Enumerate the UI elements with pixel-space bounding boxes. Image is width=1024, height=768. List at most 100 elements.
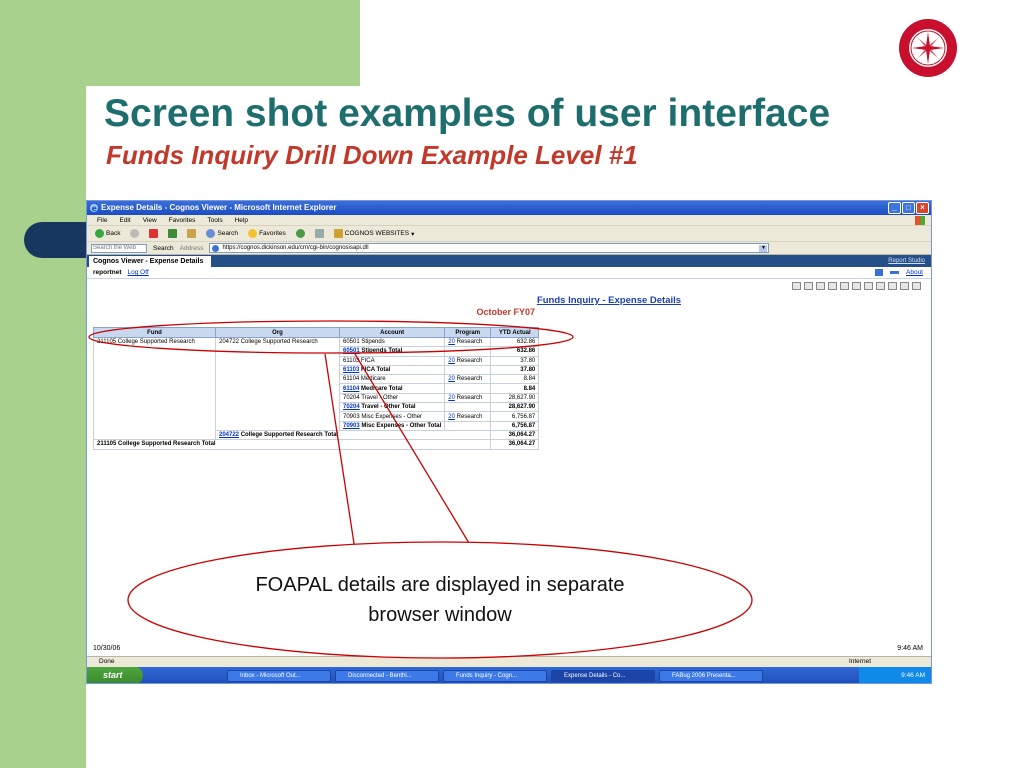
ytd-amount-cell: 8.84 (490, 383, 540, 394)
footer-date: 10/30/06 (93, 645, 121, 652)
col-ytd-actual: YTD Actual (490, 327, 540, 338)
menu-edit[interactable]: Edit (119, 215, 130, 225)
stop-icon (149, 229, 159, 238)
more-icon[interactable] (912, 282, 921, 290)
account-total-row: 70204 Travel - Other Total 28,627.90 (93, 402, 540, 413)
browser-toolbar: Back Search Favorites COGNOS WEBSITES ▾ (87, 226, 931, 242)
history-button[interactable] (295, 229, 305, 238)
account-cell: 70903 Misc Expenses - Other (338, 411, 446, 422)
program-cell: 20 Research (444, 374, 492, 385)
account-cell: 60501 Stipends (338, 336, 446, 348)
cognos-websites-button[interactable]: COGNOS WEBSITES ▾ (333, 229, 414, 238)
save-as-icon[interactable] (804, 282, 813, 290)
menu-file[interactable]: File (97, 215, 107, 225)
account-label: 60501 Stipends (343, 339, 385, 346)
account-code-link[interactable]: 61103 (343, 367, 359, 373)
account-label: Medicare Total (359, 385, 403, 392)
program-cell (444, 346, 492, 357)
col-account: Account (338, 327, 446, 338)
home-button[interactable] (187, 229, 197, 238)
cognos-viewer-tab[interactable]: Cognos Viewer - Expense Details (89, 256, 212, 267)
program-cell (444, 420, 492, 431)
program-label: Research (454, 339, 483, 346)
program-code-link[interactable]: 20 (448, 339, 455, 345)
refresh-button[interactable] (168, 229, 178, 238)
save-report-icon[interactable] (792, 282, 801, 290)
account-code-link[interactable]: 60501 (343, 348, 360, 354)
start-button[interactable]: start (87, 667, 143, 683)
account-label: Misc Expenses - Other Total (359, 422, 442, 429)
fund-cell (93, 402, 216, 412)
system-tray-clock: 9:46 AM (859, 667, 931, 683)
report-studio-link[interactable]: Report Studio (888, 256, 925, 267)
program-code-link[interactable]: 20 (448, 358, 455, 364)
security-zone: Internet (848, 658, 871, 665)
account-cell: 61103 FICA (338, 355, 446, 366)
account-cell: 70204 Travel - Other (338, 392, 446, 404)
email-icon[interactable] (816, 282, 825, 290)
home-icon[interactable] (875, 269, 883, 276)
back-button[interactable]: Back (95, 229, 120, 238)
drill-up-icon[interactable] (852, 282, 861, 290)
run-icon[interactable] (828, 282, 837, 290)
close-button[interactable]: × (916, 202, 929, 214)
account-code-link[interactable]: 70204 (343, 404, 360, 410)
ytd-amount-cell: 632.86 (490, 346, 540, 357)
program-code-link[interactable]: 20 (448, 376, 455, 382)
program-code-link[interactable]: 20 (448, 395, 455, 401)
go-to-icon[interactable] (864, 282, 873, 290)
search-button[interactable]: Search (206, 229, 238, 238)
minimize-button[interactable]: _ (888, 202, 901, 214)
maximize-button[interactable]: □ (902, 202, 915, 214)
org-cell: 204722 College Supported Research (215, 337, 340, 347)
search-web-input[interactable] (91, 243, 147, 253)
program-code-link[interactable]: 20 (448, 414, 455, 420)
account-label: 70903 Misc Expenses - Other (343, 413, 423, 420)
back-icon[interactable] (890, 271, 899, 274)
org-total-amount: 36,064.27 (490, 429, 540, 441)
address-field[interactable]: https://cognos.dickinson.edu/crn/cgi-bin… (209, 243, 770, 253)
fund-cell (93, 356, 216, 366)
mail-button[interactable] (314, 229, 324, 238)
account-code-link[interactable]: 61104 (343, 386, 359, 392)
stop-button[interactable] (149, 229, 159, 238)
format-dropdown-icon[interactable] (900, 282, 909, 290)
ytd-amount-cell: 8.84 (490, 374, 540, 385)
menu-favorites[interactable]: Favorites (169, 215, 196, 225)
task-fabug-presentation[interactable]: FABug 2006 Presenta... (659, 669, 763, 682)
org-code-link[interactable]: 204722 (219, 432, 239, 438)
dickinson-college-seal-icon (899, 19, 957, 77)
org-cell (215, 365, 340, 375)
table-row: 70903 Misc Expenses - Other 20 Research 6,… (93, 411, 540, 422)
menu-view[interactable]: View (143, 215, 157, 225)
fund-total-amount: 36,064.27 (490, 439, 540, 450)
account-total-row: 60501 Stipends Total 632.86 (93, 346, 540, 357)
about-link[interactable]: About (906, 267, 923, 279)
org-cell (215, 356, 340, 366)
drill-down-icon[interactable] (840, 282, 849, 290)
address-dropdown-icon[interactable]: ▼ (759, 245, 768, 252)
mail-icon (314, 229, 324, 238)
col-fund: Fund (93, 327, 216, 338)
col-program: Program (444, 327, 492, 338)
ytd-amount-cell: 6,756.87 (490, 411, 540, 422)
add-bookmark-icon[interactable] (876, 282, 885, 290)
task-expense-details[interactable]: Expense Details - Co... (551, 669, 655, 682)
menu-tools[interactable]: Tools (207, 215, 222, 225)
logoff-link[interactable]: Log Off (128, 267, 149, 278)
search-icon (206, 229, 216, 238)
forward-button[interactable] (130, 229, 140, 238)
search-web-button[interactable]: Search (153, 245, 174, 252)
task-disconnected[interactable]: Disconnected - Benthi... (335, 669, 439, 682)
program-cell: 20 Research (444, 355, 492, 366)
back-arrow-icon (95, 229, 104, 238)
status-text: Done (99, 658, 115, 665)
task-funds-inquiry[interactable]: Funds Inquiry - Cogn... (443, 669, 547, 682)
account-code-link[interactable]: 70903 (343, 423, 360, 429)
menu-help[interactable]: Help (235, 215, 248, 225)
account-cell: 70204 Travel - Other Total (338, 402, 446, 413)
favorites-button[interactable]: Favorites (248, 229, 286, 238)
callout-text: FOAPAL details are displayed in separate… (255, 574, 625, 626)
task-inbox[interactable]: Inbox - Microsoft Out... (227, 669, 331, 682)
view-format-icon[interactable] (888, 282, 897, 290)
